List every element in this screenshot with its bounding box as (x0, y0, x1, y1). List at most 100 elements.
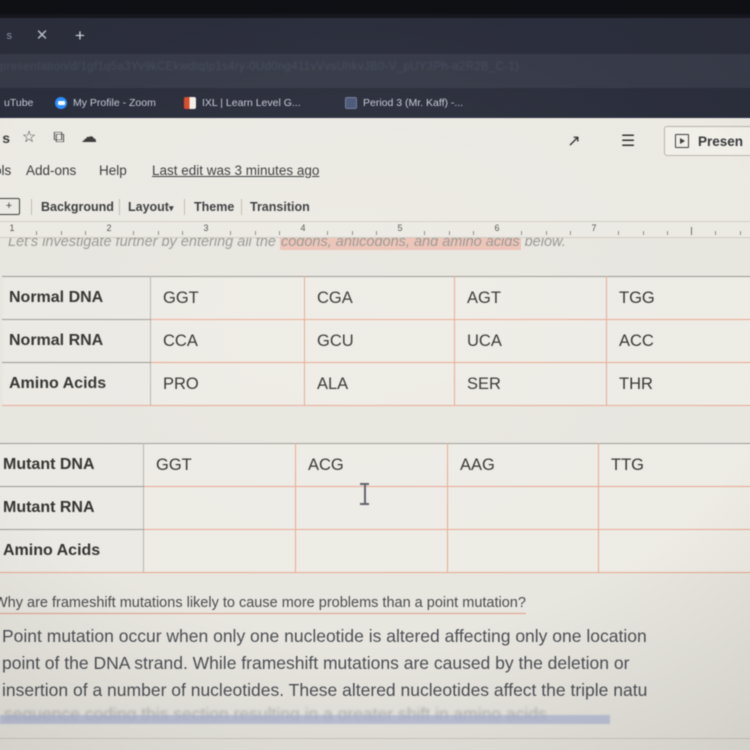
table-cell[interactable]: ALA (304, 362, 455, 406)
ruler-number: 4 (300, 224, 306, 233)
table-cell[interactable] (598, 529, 750, 573)
table-mutant-dna[interactable]: Mutant DNA GGT ACG AAG TTG Mutant RNA Amino Ac… (0, 443, 750, 573)
table-row[interactable]: Amino Acids (0, 529, 750, 573)
activity-dashboard-icon[interactable]: ↗ (562, 130, 586, 154)
ruler-tick (230, 231, 232, 235)
table-cell[interactable]: CGA (304, 276, 455, 320)
table-cell[interactable]: TTG (598, 443, 750, 487)
ruler-number: 1 (9, 224, 15, 233)
last-edit-status[interactable]: Last edit was 3 minutes ago (152, 158, 319, 184)
ruler-tick (448, 231, 450, 235)
monitor-bezel-top (0, 0, 750, 14)
table-row[interactable]: Normal DNA GGT CGA AGT TGG (2, 276, 750, 320)
new-slide-icon[interactable]: + (0, 198, 20, 215)
ruler-tick (618, 231, 620, 235)
comment-history-icon[interactable]: ☰ (616, 130, 640, 154)
menu-tools[interactable]: ols (0, 158, 11, 184)
table-row[interactable]: Mutant RNA (0, 486, 750, 530)
theme-button[interactable]: Theme (194, 192, 234, 222)
table-row-header: Amino Acids (0, 529, 144, 573)
toolbar-divider (184, 199, 185, 215)
zoom-icon (55, 97, 67, 109)
transition-button[interactable]: Transition (250, 192, 310, 222)
table-cell[interactable] (143, 529, 296, 573)
document-title-tail: s (2, 130, 10, 146)
slide-canvas[interactable]: Let's investigate further by entering al… (0, 238, 750, 750)
toolbar-divider (241, 199, 242, 215)
ruler-tick (84, 231, 86, 235)
browser-tab-partial[interactable]: s (0, 18, 13, 54)
horizontal-ruler[interactable]: 1 2 3 4 5 6 7 (0, 224, 750, 238)
answer-line: Point mutation occur when only one nucle… (2, 626, 647, 646)
table-cell[interactable]: GGT (143, 443, 296, 487)
table-cell[interactable]: UCA (454, 319, 607, 363)
table-cell[interactable] (447, 529, 599, 573)
answer-line: insertion of a number of nucleotides. Th… (2, 680, 648, 700)
table-cell[interactable]: AAG (447, 443, 599, 487)
ruler-tick (569, 231, 571, 235)
ruler-tick (642, 231, 644, 235)
menu-addons[interactable]: Add-ons (26, 158, 76, 184)
layout-button[interactable]: Layout▾ (128, 192, 174, 222)
answer-line: point of the DNA strand. While frameshif… (2, 653, 630, 673)
background-button[interactable]: Background (41, 192, 114, 222)
table-cell[interactable] (295, 529, 448, 573)
move-to-folder-icon[interactable]: ⧉ (48, 127, 70, 149)
star-icon[interactable]: ☆ (18, 127, 40, 149)
menu-help[interactable]: Help (99, 158, 127, 184)
bookmark-label: IXL | Learn Level G... (202, 97, 301, 109)
browser-address-bar[interactable]: presentation/d/1gf1q5a3Yv9kCEkwdtqIp1s4r… (0, 54, 750, 88)
ruler-number: 5 (397, 224, 403, 233)
ruler-tick (715, 231, 717, 235)
table-cell[interactable]: ACC (606, 319, 750, 363)
slide-divider (0, 738, 750, 739)
table-row[interactable]: Amino Acids PRO ALA SER THR (2, 362, 750, 406)
table-row[interactable]: Mutant DNA GGT ACG AAG TTG (0, 443, 750, 487)
bookmark-youtube[interactable]: uTube (0, 88, 33, 118)
text-ibeam-cursor (360, 483, 369, 505)
table-cell[interactable]: GCU (304, 319, 455, 363)
ruler-tick (327, 231, 329, 235)
close-icon[interactable]: ✕ (33, 27, 51, 45)
cloud-saved-icon[interactable]: ☁ (78, 127, 100, 149)
ruler-tick (739, 231, 741, 235)
table-cell[interactable]: TGG (606, 276, 750, 320)
table-row[interactable]: Normal RNA CCA GCU UCA ACC (2, 319, 750, 363)
table-normal-dna[interactable]: Normal DNA GGT CGA AGT TGG Normal RNA CCA GCU UC… (2, 276, 750, 406)
ruler-number: 7 (591, 224, 597, 233)
ruler-tick (36, 231, 38, 235)
text-selection-highlight (0, 715, 610, 724)
address-bar-url[interactable]: presentation/d/1gf1q5a3Yv9kCEkwdtqIp1s4r… (0, 61, 740, 73)
table-cell[interactable] (598, 486, 750, 530)
table-cell[interactable]: CCA (150, 319, 305, 363)
present-button-label: Presen (698, 133, 744, 149)
table-cell[interactable] (295, 486, 448, 530)
table-cell[interactable]: GGT (150, 276, 305, 320)
slide-answer[interactable]: Point mutation occur when only one nucle… (2, 623, 750, 704)
ruler-tick (157, 231, 159, 235)
bookmark-ixl[interactable]: IXL | Learn Level G... (184, 88, 301, 118)
ruler-tick (375, 231, 377, 235)
table-cell[interactable]: AGT (454, 276, 607, 320)
bookmark-label: uTube (4, 97, 34, 109)
present-button[interactable]: Presen (664, 126, 750, 156)
menu-bar: ols Add-ons Help Last edit was 3 minutes… (0, 158, 750, 184)
ruler-tick (278, 231, 280, 235)
table-cell[interactable]: ACG (295, 443, 448, 487)
table-cell[interactable]: PRO (150, 362, 305, 406)
ruler-tick (545, 231, 547, 235)
new-tab-icon[interactable]: + (70, 26, 90, 46)
ruler-tick (472, 231, 474, 235)
table-cell[interactable]: SER (454, 362, 607, 406)
table-row-header: Normal DNA (2, 276, 151, 320)
bookmark-zoom[interactable]: My Profile - Zoom (55, 88, 156, 118)
bookmark-classroom[interactable]: Period 3 (Mr. Kaff) -... (345, 88, 463, 118)
table-cell[interactable] (143, 486, 296, 530)
layout-button-label: Layout (128, 200, 169, 214)
ruler-number: 2 (106, 224, 112, 233)
table-cell[interactable] (447, 486, 599, 530)
table-cell[interactable]: THR (606, 362, 750, 406)
toolbar-divider (119, 199, 120, 215)
ruler-tick (351, 231, 353, 235)
ruler-ticks: 1 2 3 4 5 6 7 (0, 224, 750, 237)
